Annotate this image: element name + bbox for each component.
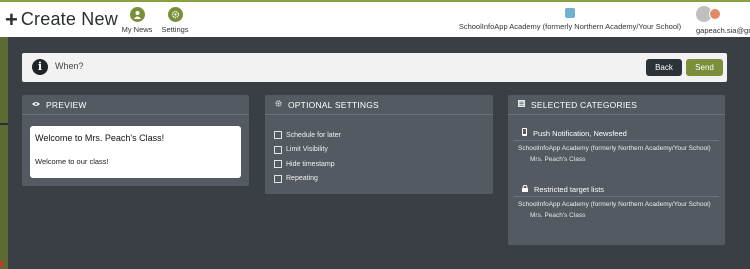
option-label: Limit Visibility [286, 146, 328, 154]
side-divider [0, 123, 8, 125]
option-repeating[interactable]: Repeating [274, 172, 341, 187]
lock-icon [522, 184, 528, 194]
send-button[interactable]: Send [686, 59, 723, 76]
category-group-title: Restricted target lists [508, 182, 725, 196]
preview-header: PREVIEW [22, 95, 249, 115]
option-label: Schedule for later [286, 131, 341, 139]
preview-body: Welcome to our class! [35, 157, 109, 166]
preview-title: Welcome to Mrs. Peach's Class! [35, 133, 165, 143]
optional-settings-list: Schedule for later Limit Visibility Hide… [274, 128, 341, 186]
mobile-icon [522, 128, 527, 138]
category-school: SchoolInfoApp Academy (formerly Northern… [518, 201, 711, 208]
school-label: SchoolInfoApp Academy (formerly Northern… [458, 22, 682, 31]
optional-settings-header: OPTIONAL SETTINGS [265, 95, 493, 115]
nav-settings[interactable]: Settings [155, 7, 195, 34]
user-email: gapeach.sia@gmail.com [696, 26, 750, 35]
selected-categories-header: SELECTED CATEGORIES [508, 95, 725, 115]
selected-categories-heading: SELECTED CATEGORIES [531, 99, 638, 110]
preview-heading: PREVIEW [46, 99, 87, 110]
option-schedule-later[interactable]: Schedule for later [274, 128, 341, 143]
preview-panel: PREVIEW Welcome to Mrs. Peach's Class! W… [22, 95, 249, 186]
user-icon [129, 7, 145, 22]
category-group-label: Push Notification, Newsfeed [533, 128, 627, 138]
category-group-push: Push Notification, Newsfeed SchoolInfoAp… [508, 126, 725, 163]
back-button[interactable]: Back [646, 59, 682, 76]
top-bar: + Create New My News Settings SchoolInfo… [0, 0, 750, 37]
checkbox[interactable] [274, 145, 282, 154]
avatar [696, 6, 750, 22]
nav-my-news-label: My News [121, 25, 153, 34]
option-hide-timestamp[interactable]: Hide timestamp [274, 157, 341, 172]
nav-settings-label: Settings [161, 25, 189, 34]
side-marker [0, 261, 3, 267]
gear-icon [167, 7, 183, 22]
side-strip [0, 37, 8, 269]
list-icon [518, 100, 525, 109]
gear-icon [275, 100, 282, 109]
plus-icon: + [5, 6, 18, 32]
avatar-secondary-icon [709, 8, 721, 20]
category-school: SchoolInfoApp Academy (formerly Northern… [518, 145, 711, 152]
category-class: Mrs. Peach's Class [530, 212, 586, 219]
when-label: When? [55, 61, 84, 71]
page-title: Create New [20, 9, 118, 29]
when-bar: i When? Back Send [22, 53, 727, 82]
checkbox[interactable] [274, 174, 282, 183]
optional-settings-panel: OPTIONAL SETTINGS Schedule for later Lim… [265, 95, 493, 194]
book-icon [565, 8, 575, 18]
category-class: Mrs. Peach's Class [530, 156, 586, 163]
info-icon: i [32, 59, 48, 75]
category-group-title: Push Notification, Newsfeed [508, 126, 725, 140]
category-group-restricted: Restricted target lists SchoolInfoApp Ac… [508, 182, 725, 219]
checkbox[interactable] [274, 160, 282, 169]
checkbox[interactable] [274, 131, 282, 140]
eye-icon [32, 100, 40, 109]
school-selector[interactable]: SchoolInfoApp Academy (formerly Northern… [450, 8, 690, 31]
divider [514, 196, 719, 197]
nav-my-news[interactable]: My News [117, 7, 157, 34]
create-new-title: + Create New [5, 6, 118, 32]
option-label: Repeating [286, 175, 318, 183]
category-group-label: Restricted target lists [534, 184, 605, 194]
preview-card: Welcome to Mrs. Peach's Class! Welcome t… [30, 126, 241, 178]
divider [514, 140, 719, 141]
user-menu[interactable]: gapeach.sia@gmail.com [696, 6, 750, 35]
optional-settings-heading: OPTIONAL SETTINGS [288, 99, 379, 110]
option-label: Hide timestamp [286, 160, 335, 168]
option-limit-visibility[interactable]: Limit Visibility [274, 143, 341, 158]
selected-categories-panel: SELECTED CATEGORIES Push Notification, N… [508, 95, 725, 245]
